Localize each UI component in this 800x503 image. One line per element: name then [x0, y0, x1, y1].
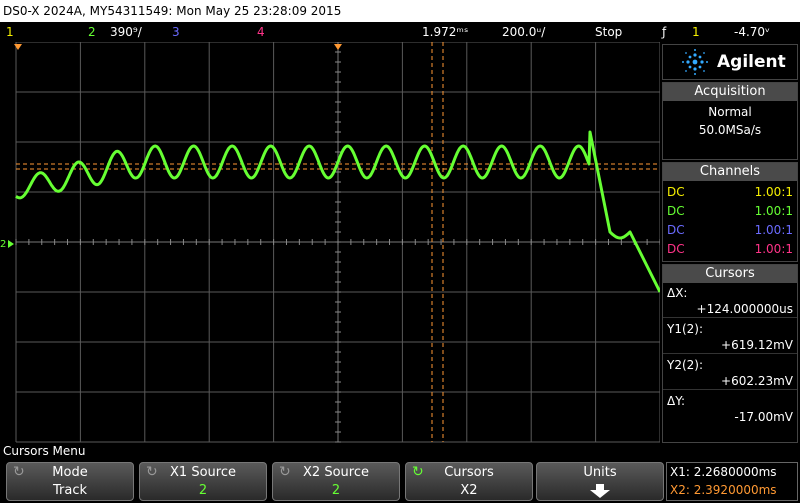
- ch4-indicator[interactable]: 4: [257, 22, 265, 42]
- x1-source-label: X1 Source: [170, 465, 236, 480]
- x1-readout: X1: 2.2680000ms: [670, 465, 777, 479]
- trigger-time-marker: [14, 44, 22, 50]
- ch2-scale: 390⁹/: [110, 25, 142, 39]
- ch1-indicator[interactable]: 1: [6, 22, 14, 42]
- y2-label: Y2(2):: [667, 358, 704, 372]
- logo-text: Agilent: [717, 52, 786, 72]
- y1-label: Y1(2):: [667, 322, 704, 336]
- window-title: DS0-X 2024A, MY54311549: Mon May 25 23:2…: [0, 0, 800, 22]
- acquisition-mode: Normal: [708, 105, 752, 119]
- channel-row-1: DC 1.00:1: [663, 184, 797, 200]
- cursors-softkey-value: X2: [460, 483, 478, 498]
- ch3-coupling: DC: [667, 223, 685, 237]
- ch4-coupling: DC: [667, 242, 685, 256]
- rotate-knob-icon: ↻: [279, 464, 291, 480]
- units-softkey[interactable]: Units: [536, 462, 664, 501]
- delta-y-value: -17.00mV: [734, 410, 793, 424]
- y1-value: +619.12mV: [663, 337, 797, 354]
- horizontal-delay: 1.972ᵐˢ: [422, 25, 469, 39]
- trigger-icon: ƒ: [662, 25, 667, 39]
- x2-readout: X2: 2.3920000ms: [670, 483, 777, 497]
- channel-row-4: DC 1.00:1: [663, 241, 797, 257]
- logo: Agilent: [662, 44, 798, 80]
- status-bar: 1 2 390⁹/ 3 4 1.972ᵐˢ 200.0ᵘ/ Stop ƒ 1 -…: [0, 22, 800, 42]
- channels-panel: Channels DC 1.00:1 DC 1.00:1 DC 1.00:1 D…: [662, 162, 798, 262]
- rotate-knob-icon: ↻: [13, 464, 25, 480]
- menu-title: Cursors Menu: [0, 443, 660, 460]
- cursors-panel: Cursors ΔX: +124.000000us Y1(2): +619.12…: [662, 264, 798, 443]
- channel-row-2: DC 1.00:1: [663, 203, 797, 219]
- trigger-source: 1: [692, 25, 700, 39]
- ch2-indicator[interactable]: 2: [88, 22, 96, 42]
- x2-source-softkey[interactable]: ↻ X2 Source 2: [272, 462, 400, 501]
- y2-value: +602.23mV: [663, 373, 797, 390]
- acquisition-header: Acquisition: [663, 83, 797, 101]
- ch2-probe: 1.00:1: [754, 204, 793, 218]
- mode-softkey[interactable]: ↻ Mode Track: [6, 462, 134, 501]
- mode-softkey-label: Mode: [52, 465, 88, 480]
- timebase: 200.0ᵘ/: [502, 25, 546, 39]
- x2-source-label: X2 Source: [303, 465, 369, 480]
- delta-y-label: ΔY:: [667, 394, 685, 408]
- x-cursor-readout: X1: 2.2680000ms X2: 2.3920000ms: [666, 462, 798, 501]
- ch2-ground-marker: 2: [0, 239, 6, 250]
- ch2-coupling: DC: [667, 204, 685, 218]
- acquisition-panel: Acquisition Normal 50.0MSa/s: [662, 82, 798, 160]
- ch2-ground-arrow: [8, 240, 14, 248]
- run-state: Stop: [595, 25, 623, 39]
- agilent-spark-icon: [682, 49, 708, 75]
- x2-source-value: 2: [331, 483, 341, 498]
- rotate-knob-icon: ↻: [146, 464, 158, 480]
- ch1-coupling: DC: [667, 185, 685, 199]
- trigger-position-marker: [334, 44, 342, 50]
- channel-row-3: DC 1.00:1: [663, 222, 797, 238]
- ch4-probe: 1.00:1: [754, 242, 793, 256]
- cursors-header: Cursors: [663, 265, 797, 283]
- cursors-softkey[interactable]: ↻ Cursors X2: [405, 462, 533, 501]
- waveform-display[interactable]: 2: [0, 41, 662, 443]
- ch1-probe: 1.00:1: [754, 185, 793, 199]
- delta-x-value: +124.000000us: [663, 301, 797, 318]
- side-panel: Agilent Acquisition Normal 50.0MSa/s Cha…: [660, 42, 800, 443]
- rotate-knob-icon: ↻: [412, 464, 424, 480]
- sample-rate: 50.0MSa/s: [698, 123, 762, 137]
- trigger-level: -4.70ᵛ: [734, 25, 771, 39]
- mode-softkey-value: Track: [52, 483, 88, 498]
- ch3-indicator[interactable]: 3: [172, 22, 180, 42]
- submenu-arrow-icon: [590, 484, 610, 498]
- cursors-softkey-label: Cursors: [444, 465, 494, 480]
- units-softkey-label: Units: [583, 465, 617, 480]
- softkey-bar: ↻ Mode Track ↻ X1 Source 2 ↻ X2 Source 2…: [0, 460, 800, 503]
- graticule: 2: [0, 41, 662, 443]
- x1-source-value: 2: [198, 483, 208, 498]
- ch3-probe: 1.00:1: [754, 223, 793, 237]
- channels-header: Channels: [663, 163, 797, 181]
- delta-x-label: ΔX:: [667, 286, 688, 300]
- x1-source-softkey[interactable]: ↻ X1 Source 2: [139, 462, 267, 501]
